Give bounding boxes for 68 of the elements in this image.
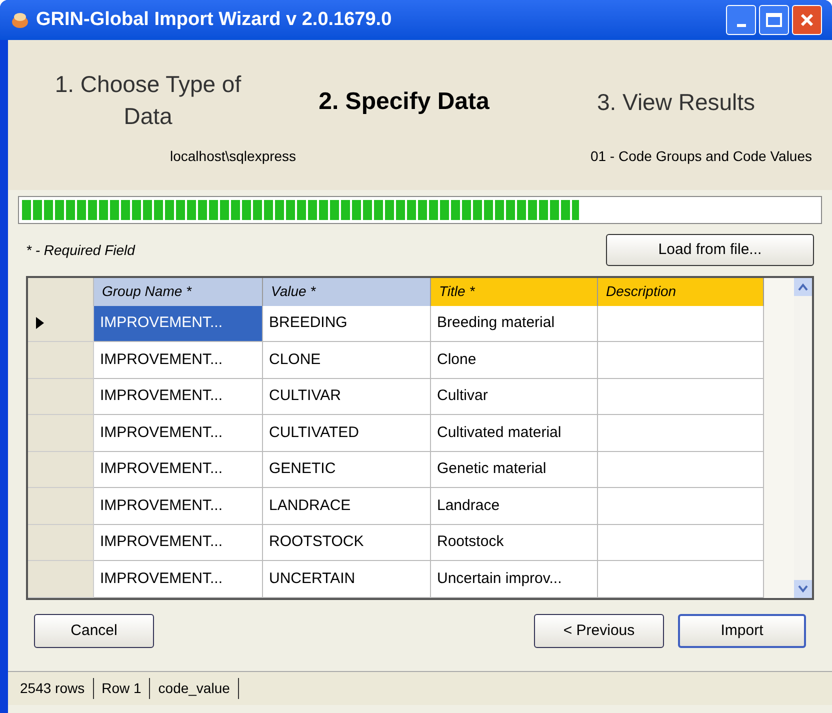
row-header[interactable] <box>28 452 94 488</box>
connection-label: localhost\sqlexpress <box>170 147 296 166</box>
import-button[interactable]: Import <box>678 614 806 648</box>
table-cell[interactable]: Genetic material <box>431 452 598 488</box>
vertical-scrollbar[interactable] <box>794 278 812 598</box>
row-header[interactable] <box>28 378 94 416</box>
row-header[interactable] <box>28 306 94 342</box>
row-header[interactable] <box>28 342 94 379</box>
table-cell[interactable]: IMPROVEMENT... <box>94 488 263 525</box>
app-icon <box>10 10 30 30</box>
status-text: 2543 rows <box>12 678 94 699</box>
table-cell[interactable] <box>598 306 764 342</box>
table-cell[interactable]: Cultivated material <box>431 415 598 452</box>
dataset-label: 01 - Code Groups and Code Values <box>590 147 812 166</box>
table-cell[interactable]: Breeding material <box>431 306 598 342</box>
table-cell[interactable]: IMPROVEMENT... <box>94 342 263 379</box>
table-cell[interactable]: LANDRACE <box>263 488 431 525</box>
table-cell[interactable] <box>598 561 764 598</box>
wizard-step: 1. Choose Type of Data <box>28 68 268 132</box>
scroll-up-button[interactable] <box>794 278 812 296</box>
status-text: code_value <box>150 678 239 699</box>
required-note: * - Required Field <box>26 240 135 260</box>
close-button[interactable] <box>792 5 822 35</box>
table-cell[interactable]: Rootstock <box>431 524 598 562</box>
table-cell[interactable]: CLONE <box>263 342 431 379</box>
table-cell[interactable] <box>598 378 764 416</box>
table-cell[interactable]: GENETIC <box>263 452 431 488</box>
status-text: Row 1 <box>94 678 150 699</box>
table-cell[interactable] <box>598 488 764 525</box>
minimize-button[interactable] <box>726 5 756 35</box>
table-cell[interactable]: IMPROVEMENT... <box>94 415 263 452</box>
table-cell[interactable]: CULTIVAR <box>263 378 431 416</box>
table-cell[interactable] <box>598 524 764 562</box>
previous-button[interactable]: < Previous <box>534 614 664 648</box>
column-header[interactable]: Group Name * <box>94 278 263 306</box>
row-header[interactable] <box>28 415 94 452</box>
close-icon <box>799 12 815 28</box>
table-cell[interactable]: ROOTSTOCK <box>263 524 431 562</box>
table-cell[interactable] <box>598 342 764 379</box>
row-header[interactable] <box>28 561 94 598</box>
row-header[interactable] <box>28 524 94 562</box>
table-cell[interactable]: IMPROVEMENT... <box>94 306 263 342</box>
corner-header <box>28 278 94 306</box>
wizard-step: 2. Specify Data <box>268 68 540 118</box>
wizard-step: 3. View Results <box>540 68 812 118</box>
table-cell[interactable]: Clone <box>431 342 598 379</box>
current-row-icon <box>36 317 44 330</box>
table-cell[interactable]: Cultivar <box>431 378 598 416</box>
table-cell[interactable]: IMPROVEMENT... <box>94 452 263 488</box>
scroll-down-button[interactable] <box>794 580 812 598</box>
table-cell[interactable]: IMPROVEMENT... <box>94 378 263 416</box>
column-header[interactable]: Title * <box>431 278 598 306</box>
table-cell[interactable]: Uncertain improv... <box>431 561 598 598</box>
maximize-button[interactable] <box>759 5 789 35</box>
column-header[interactable]: Value * <box>263 278 431 306</box>
table-cell[interactable]: BREEDING <box>263 306 431 342</box>
table-cell[interactable]: IMPROVEMENT... <box>94 561 263 598</box>
table-cell[interactable]: IMPROVEMENT... <box>94 524 263 562</box>
table-cell[interactable] <box>598 452 764 488</box>
load-file-button[interactable]: Load from file... <box>606 234 814 266</box>
table-cell[interactable]: CULTIVATED <box>263 415 431 452</box>
cancel-button[interactable]: Cancel <box>34 614 154 648</box>
table-cell[interactable]: UNCERTAIN <box>263 561 431 598</box>
row-header[interactable] <box>28 488 94 525</box>
window-title: GRIN-Global Import Wizard v 2.0.1679.0 <box>36 8 392 32</box>
table-cell[interactable] <box>598 415 764 452</box>
table-cell[interactable]: Landrace <box>431 488 598 525</box>
column-header[interactable]: Description <box>598 278 764 306</box>
